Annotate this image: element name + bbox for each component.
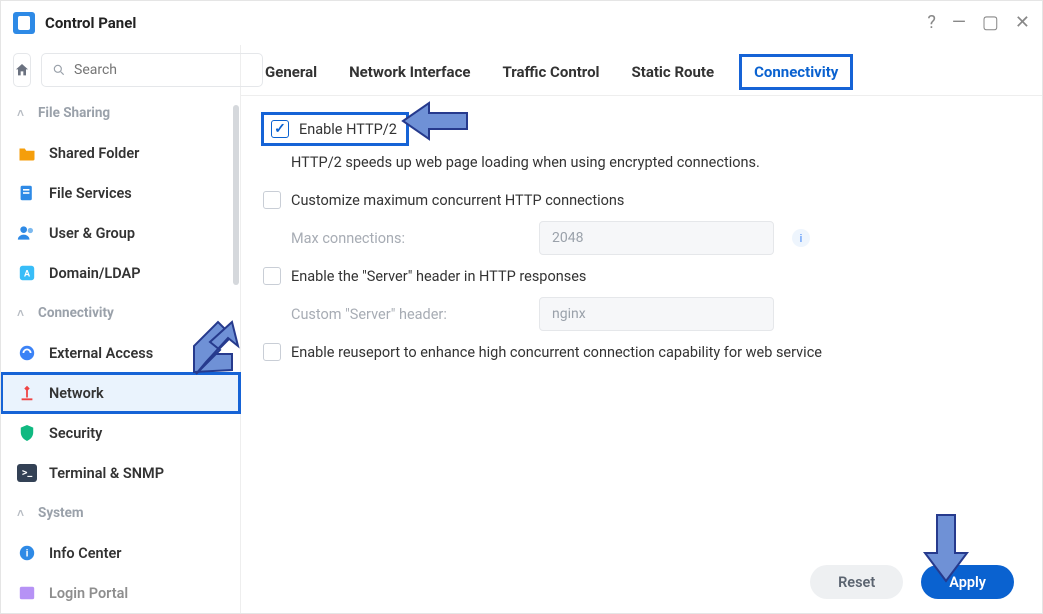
max-connections-label: Max connections: [291, 230, 521, 247]
external-access-icon [17, 343, 37, 363]
help-icon[interactable]: ? [927, 14, 936, 32]
sidebar-item-label: Info Center [49, 545, 122, 562]
tabs: General Network Interface Traffic Contro… [241, 45, 1042, 96]
sidebar-item-file-services[interactable]: File Services [1, 173, 240, 213]
info-icon: i [17, 543, 37, 563]
sidebar-item-label: Shared Folder [49, 145, 139, 162]
apply-button[interactable]: Apply [921, 565, 1014, 599]
maximize-icon[interactable]: ▢ [982, 14, 999, 32]
sidebar-item-label: Security [49, 425, 102, 442]
svg-text:i: i [26, 549, 29, 560]
sidebar-item-login-portal[interactable]: Login Portal [1, 573, 240, 613]
sidebar-item-label: Network [49, 385, 104, 402]
app-icon [13, 12, 35, 34]
users-icon [17, 223, 37, 243]
custom-server-label: Custom "Server" header: [291, 306, 521, 323]
enable-http2-label: Enable HTTP/2 [299, 121, 397, 138]
portal-icon [17, 583, 37, 603]
section-connectivity: ˄ Connectivity [1, 293, 240, 333]
shield-icon [17, 423, 37, 443]
home-icon [14, 62, 30, 78]
sidebar-item-security[interactable]: Security [1, 413, 240, 453]
tab-general[interactable]: General [263, 59, 319, 85]
tab-content: ✓ Enable HTTP/2 HTTP/2 speeds up web pag… [241, 96, 1042, 385]
titlebar: Control Panel ? — ▢ ✕ [1, 1, 1042, 45]
files-icon [17, 183, 37, 203]
search-field[interactable] [74, 62, 252, 78]
sidebar-item-info-center[interactable]: i Info Center [1, 533, 240, 573]
sidebar-item-label: Login Portal [49, 585, 128, 602]
http2-description: HTTP/2 speeds up web page loading when u… [263, 150, 1020, 185]
sidebar-item-user-group[interactable]: User & Group [1, 213, 240, 253]
chevron-up-icon: ˄ [17, 106, 24, 120]
close-icon[interactable]: ✕ [1015, 14, 1030, 32]
search-input[interactable] [41, 53, 263, 87]
tab-network-interface[interactable]: Network Interface [347, 59, 472, 85]
sidebar-item-label: Terminal & SNMP [49, 465, 164, 482]
reuseport-checkbox[interactable] [263, 343, 281, 361]
sidebar-item-network[interactable]: Network [1, 373, 240, 413]
enable-http2-checkbox[interactable]: ✓ [271, 120, 289, 138]
scrollbar-thumb[interactable] [233, 105, 239, 285]
customize-max-label: Customize maximum concurrent HTTP connec… [291, 192, 624, 209]
sidebar-item-label: File Services [49, 185, 132, 202]
sidebar-item-label: Domain/LDAP [49, 265, 141, 282]
section-system: ˄ System [1, 493, 240, 533]
sidebar-item-domain-ldap[interactable]: A Domain/LDAP [1, 253, 240, 293]
network-icon [17, 383, 37, 403]
ldap-icon: A [17, 263, 37, 283]
terminal-icon: >_ [17, 463, 37, 483]
server-header-checkbox[interactable] [263, 267, 281, 285]
custom-server-input [539, 297, 774, 331]
sidebar-item-shared-folder[interactable]: Shared Folder [1, 133, 240, 173]
search-icon [52, 63, 66, 77]
folder-icon [17, 143, 37, 163]
reuseport-row: Enable reuseport to enhance high concurr… [263, 337, 1020, 367]
chevron-up-icon: ˄ [17, 506, 24, 520]
minimize-icon[interactable]: — [952, 14, 966, 32]
main-panel: General Network Interface Traffic Contro… [241, 45, 1042, 613]
sidebar: ˄ File Sharing Shared Folder File Servic… [1, 45, 241, 613]
reuseport-label: Enable reuseport to enhance high concurr… [291, 344, 822, 361]
tab-traffic-control[interactable]: Traffic Control [500, 59, 601, 85]
customize-max-row: Customize maximum concurrent HTTP connec… [263, 185, 1020, 215]
home-button[interactable] [13, 53, 31, 87]
sidebar-item-label: External Access [49, 345, 153, 362]
section-label: System [38, 505, 84, 521]
section-label: File Sharing [38, 105, 110, 121]
tab-static-route[interactable]: Static Route [630, 59, 717, 85]
max-connections-input [539, 221, 774, 255]
enable-http2-row: ✓ Enable HTTP/2 [263, 114, 407, 144]
svg-text:A: A [24, 270, 31, 280]
server-header-row: Enable the "Server" header in HTTP respo… [263, 261, 1020, 291]
window-title: Control Panel [45, 14, 136, 32]
sidebar-item-label: User & Group [49, 225, 135, 242]
info-icon[interactable]: i [792, 229, 810, 247]
sidebar-item-external-access[interactable]: External Access [1, 333, 240, 373]
footer-buttons: Reset Apply [810, 565, 1014, 599]
reset-button[interactable]: Reset [810, 565, 903, 599]
sidebar-scrollbar[interactable] [233, 105, 239, 425]
section-file-sharing: ˄ File Sharing [1, 93, 240, 133]
sidebar-item-terminal-snmp[interactable]: >_ Terminal & SNMP [1, 453, 240, 493]
section-label: Connectivity [38, 305, 114, 321]
customize-max-checkbox[interactable] [263, 191, 281, 209]
server-header-label: Enable the "Server" header in HTTP respo… [291, 268, 586, 285]
tab-connectivity[interactable]: Connectivity [744, 59, 848, 85]
chevron-up-icon: ˄ [17, 306, 24, 320]
